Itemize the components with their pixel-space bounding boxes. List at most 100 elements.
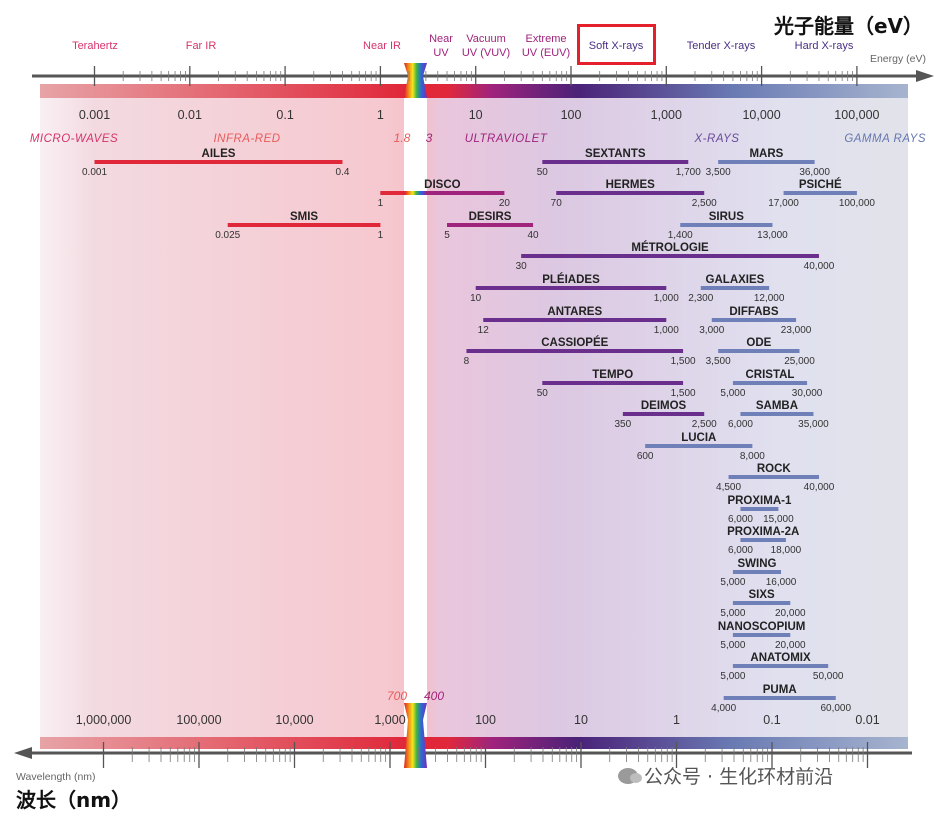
wavelength-tick-label: 10 [574,713,588,727]
beamline-max-label: 16,000 [766,577,797,588]
wavelength-tick-label: 1,000 [374,713,405,727]
beamline-min-label: 50 [537,388,549,399]
energy-tick-label: 0.001 [79,108,110,122]
wavelength-axis-arrow [14,747,32,759]
wavelength-tick-label: 1 [673,713,680,727]
beamline-min-label: 1 [378,198,384,209]
beamline-min-label: 5,000 [720,388,745,399]
beamline-max-label: 60,000 [820,703,851,714]
wavelength-tick-label: 100,000 [176,713,221,727]
beamline-name: TEMPO [592,369,633,381]
beamline-bar [732,381,808,385]
beamline-name: DIFFABS [729,306,779,318]
beamline-min-label: 5 [444,230,450,241]
beamline-min-label: 350 [615,419,632,430]
watermark: 公众号 · 生化环材前沿 [618,762,833,789]
beamline-min-label: 3,000 [699,325,724,336]
beamline-min-label: 12 [478,325,490,336]
beamline-max-label: 40 [528,230,540,241]
beamline-bar [622,412,705,416]
band-label: INFRA-RED [213,133,280,145]
region-label: Terahertz [72,40,118,52]
beamline-bar [680,223,773,227]
beamline-min-label: 600 [637,451,654,462]
region-label-line: UV (EUV) [522,47,570,59]
beamline-name: LUCIA [681,432,716,444]
beamline-bar [542,160,689,164]
region-label-line: Vacuum [466,33,506,45]
beamline-min-label: 5,000 [720,608,745,619]
beamline-max-label: 25,000 [784,356,815,367]
beamline-min-label: 30 [516,261,528,272]
beamline-name: ROCK [757,463,792,475]
energy-tick-label: 10,000 [742,108,780,122]
energy-tick-label: 0.01 [178,108,202,122]
region-label: Far IR [186,40,217,52]
beamline-name: MARS [749,148,783,160]
beamline-min-label: 5,000 [720,577,745,588]
wavelength-tick-label: 0.1 [763,713,780,727]
beamline-max-label: 1,700 [676,167,701,178]
beamline-max-label: 1,000 [654,325,679,336]
beamline-min-label: 70 [551,198,563,209]
beamline-max-label: 50,000 [813,671,844,682]
beamline-name: PLÉIADES [542,273,600,286]
beamline-min-label: 1,400 [668,230,693,241]
beamline-max-label: 1,500 [671,388,696,399]
spectrum-canvas: 0.001 0.01 0.1 1 10 100 1,000 10,000 100,000 1,00… [14,33,934,783]
beamline-bar [783,191,857,195]
beamline-bar [740,538,786,542]
beamline-name: PUMA [763,684,797,696]
energy-tick-label: 10 [469,108,483,122]
beamline-max-label: 20,000 [775,640,806,651]
wavelength-tick-label: 10,000 [275,713,313,727]
beamline-min-label: 4,000 [711,703,736,714]
beamline-bar [700,286,770,290]
beamline-max-label: 20,000 [775,608,806,619]
beamline-bar [740,507,779,511]
visible-spectrum-bottom [404,703,427,768]
beamline-bar [521,254,819,258]
beamline-name: ANATOMIX [750,652,811,664]
band-label: MICRO-WAVES [30,133,118,145]
beamline-min-label: 3,500 [706,356,731,367]
beamline-name: AILES [202,148,236,160]
region-label: Hard X-rays [795,40,854,52]
beamline-bar [542,381,684,385]
visible-spectrum-top [404,63,427,98]
band-label: ULTRAVIOLET [465,133,548,145]
beamline-min-label: 8 [464,356,470,367]
beamline-min-label: 50 [537,167,549,178]
beamline-bar [732,633,791,637]
energy-tick-label: 0.1 [276,108,293,122]
beamline-min-label: 2,300 [688,293,713,304]
beamline-min-label: 17,000 [768,198,799,209]
visible-energy-min: 1.8 [394,131,411,145]
background-fade [40,93,95,749]
wavelength-unit-label: Wavelength (nm) [16,771,96,783]
beamline-name: HERMES [606,179,656,191]
beamline-bar [723,696,836,700]
beamline-bar [711,318,797,322]
beamline-max-label: 18,000 [771,545,802,556]
beamline-bar [483,318,667,322]
visible-wavelength-min: 400 [424,689,444,703]
beamline-max-label: 40,000 [804,261,835,272]
band-label: X-RAYS [694,133,740,145]
region-label-line: UV (VUV) [462,47,510,59]
watermark-text: 公众号 · 生化环材前沿 [644,766,834,788]
region-label-line: UV [433,47,449,59]
beamline-name: SIRUS [709,211,744,223]
beamline-min-label: 5,000 [720,671,745,682]
beamline-bar [740,412,814,416]
region-label: Tender X-rays [687,40,756,52]
beamline-max-label: 36,000 [799,167,830,178]
energy-gradient-bar [40,84,908,98]
beamline-name: CASSIOPÉE [541,336,608,349]
beamline-name: SEXTANTS [585,148,646,160]
soft-xrays-highlight-box [577,24,656,65]
beamline-name: DESIRS [469,211,512,223]
beamline-max-label: 23,000 [781,325,812,336]
beamline-bar [227,223,381,227]
spectrum-diagram: 0.001 0.01 0.1 1 10 100 1,000 10,000 100,000 1,00… [0,0,945,813]
